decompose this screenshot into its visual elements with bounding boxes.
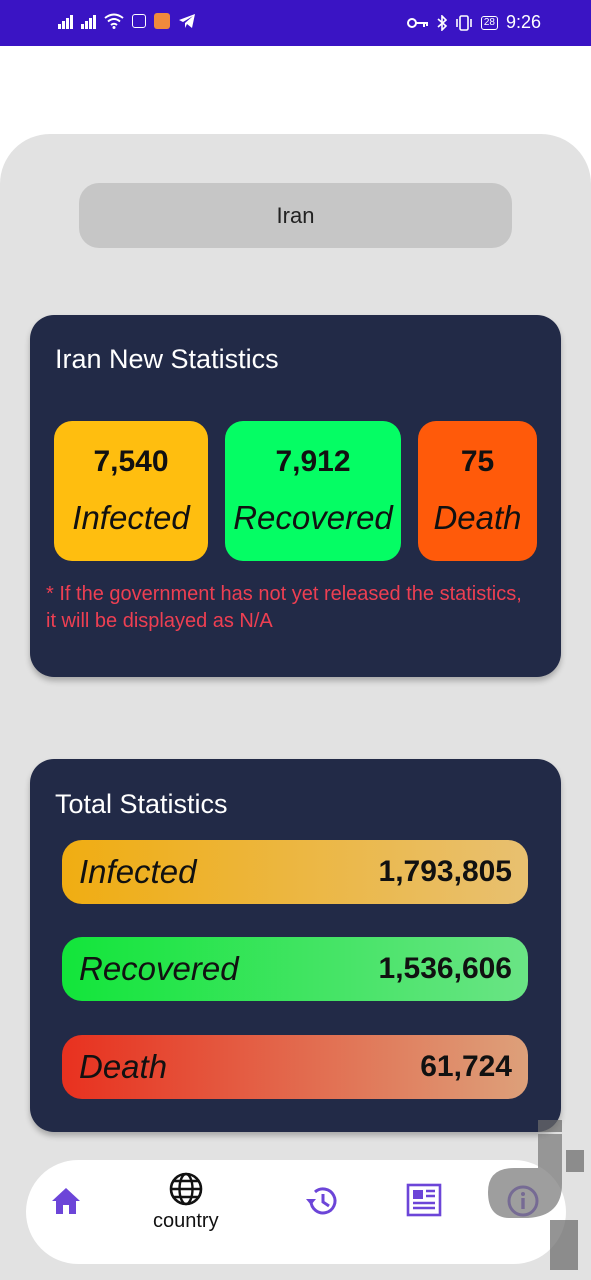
- new-infected-value: 7,540: [93, 445, 169, 478]
- new-statistics-card: Iran New Statistics 7,540 Infected 7,912…: [30, 315, 561, 677]
- nav-history[interactable]: [304, 1184, 340, 1218]
- nav-news[interactable]: [406, 1182, 442, 1218]
- total-death-label: Death: [79, 1048, 168, 1085]
- home-icon: [52, 1188, 80, 1214]
- total-infected-value: 1,793,805: [378, 855, 512, 888]
- app-notification-icon: [154, 13, 171, 29]
- total-recovered-bar: Recovered 1,536,606: [62, 937, 528, 1001]
- battery-icon: 28: [480, 15, 498, 30]
- bluetooth-icon: [437, 14, 447, 31]
- status-icons-right: 28 9:26: [406, 12, 541, 33]
- bottom-navigation: country: [26, 1160, 566, 1264]
- new-death-value: 75: [460, 445, 495, 478]
- signal-icon: [81, 13, 96, 29]
- wifi-icon: [104, 13, 124, 29]
- total-recovered-value: 1,536,606: [378, 952, 512, 985]
- status-bar: 28 9:26: [0, 0, 591, 46]
- store-watermark-icon: [488, 1120, 584, 1270]
- signal-icon: [58, 13, 73, 29]
- total-infected-bar: Infected 1,793,805: [62, 840, 528, 904]
- new-death-label: Death: [433, 499, 522, 536]
- nav-country[interactable]: country: [153, 1172, 219, 1233]
- new-infected-label: Infected: [72, 499, 190, 536]
- total-recovered-label: Recovered: [79, 950, 239, 987]
- news-icon: [406, 1183, 442, 1217]
- new-infected-box: 7,540 Infected: [54, 421, 208, 561]
- total-infected-label: Infected: [79, 853, 197, 890]
- total-death-value: 61,724: [420, 1050, 512, 1083]
- nav-country-label: country: [153, 1210, 219, 1232]
- telegram-icon: [179, 14, 196, 28]
- vibrate-icon: [456, 14, 472, 31]
- country-selector[interactable]: Iran: [79, 183, 512, 248]
- vpn-icon: [132, 14, 147, 28]
- nav-home[interactable]: [50, 1186, 82, 1216]
- na-disclaimer: * If the government has not yet released…: [46, 583, 522, 632]
- globe-icon: [169, 1172, 203, 1206]
- total-statistics-card: Total Statistics Infected 1,793,805 Reco…: [30, 759, 561, 1132]
- new-death-box: 75 Death: [418, 421, 537, 561]
- new-statistics-title: Iran New Statistics: [55, 344, 279, 374]
- new-recovered-box: 7,912 Recovered: [225, 421, 401, 561]
- key-icon: [406, 17, 428, 28]
- status-time: 9:26: [505, 12, 541, 32]
- status-icons-left: [58, 13, 196, 29]
- total-statistics-title: Total Statistics: [55, 789, 228, 819]
- new-recovered-label: Recovered: [233, 499, 393, 536]
- history-icon: [306, 1187, 337, 1215]
- new-recovered-value: 7,912: [275, 445, 351, 478]
- total-death-bar: Death 61,724: [62, 1035, 528, 1099]
